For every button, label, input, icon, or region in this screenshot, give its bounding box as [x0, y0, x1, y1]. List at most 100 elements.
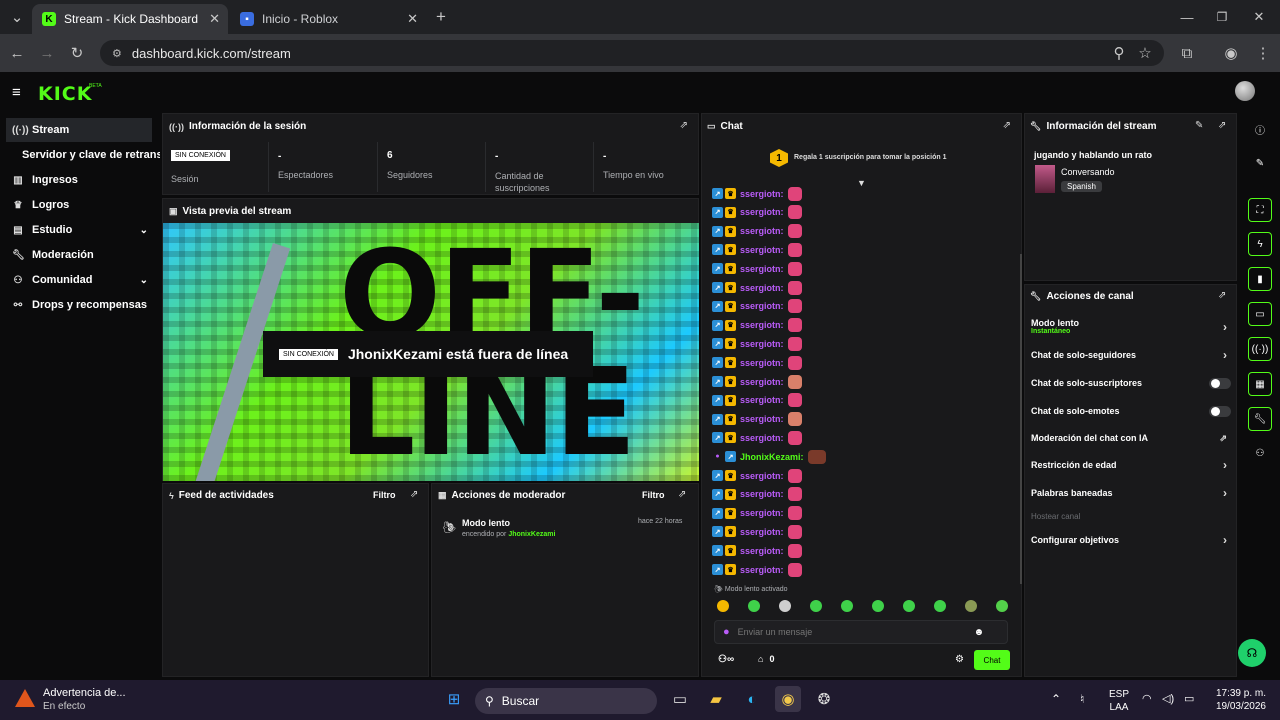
action-configure-goals[interactable]: Configurar objetivos ›: [1031, 533, 1231, 547]
action-ai-moderation[interactable]: Moderación del chat con IA ⇗: [1031, 433, 1231, 443]
sidebar-item-server-key[interactable]: Servidor y clave de retransmisión: [0, 143, 160, 167]
reload-icon[interactable]: ↻: [66, 42, 88, 64]
chat-username[interactable]: ssergiotn:: [740, 395, 784, 405]
chat-username[interactable]: ssergiotn:: [740, 320, 784, 330]
action-followers-only[interactable]: Chat de solo-seguidores ›: [1031, 348, 1231, 362]
infinity-points-icon[interactable]: ⚇∞: [718, 654, 734, 665]
sidebar-item-moderacion[interactable]: 🔧︎ Moderación: [0, 243, 160, 267]
sidebar-item-ingresos[interactable]: ▥ Ingresos: [0, 168, 160, 192]
emoji-picker-icon[interactable]: ☻: [974, 627, 985, 638]
bookmark-star-icon[interactable]: ☆: [1134, 42, 1156, 64]
popout-icon[interactable]: ⇗: [1003, 120, 1011, 131]
zoom-icon[interactable]: ⚲: [1108, 42, 1130, 64]
chat-username[interactable]: ssergiotn:: [740, 339, 784, 349]
chat-username[interactable]: ssergiotn:: [740, 189, 784, 199]
chat-emote[interactable]: [807, 449, 826, 464]
minimize-button[interactable]: —: [1176, 6, 1198, 28]
chat-username[interactable]: ssergiotn:: [740, 377, 784, 387]
weather-title[interactable]: Advertencia de...: [43, 687, 126, 699]
pin-collapse-icon[interactable]: ▼: [857, 178, 866, 188]
edge-browser-icon[interactable]: ◐: [739, 686, 765, 712]
channel-points[interactable]: ⌂ 0: [758, 654, 774, 664]
site-info-icon[interactable]: ⚙: [112, 47, 122, 60]
extensions-icon[interactable]: ⧉: [1176, 42, 1198, 64]
chat-username[interactable]: ssergiotn:: [740, 283, 784, 293]
hamburger-menu-icon[interactable]: ≡: [12, 84, 21, 101]
quick-emote[interactable]: [872, 600, 884, 612]
popout-icon[interactable]: ⇗: [1218, 290, 1226, 301]
popout-icon[interactable]: ⇗: [1218, 120, 1226, 131]
tray-overflow-icon[interactable]: ⌃: [1051, 692, 1061, 706]
maximize-button[interactable]: ❐: [1211, 6, 1233, 28]
close-icon[interactable]: ✕: [407, 11, 418, 27]
tab-kick-dashboard[interactable]: K Stream - Kick Dashboard ✕: [32, 4, 228, 34]
chat-emote[interactable]: [787, 487, 802, 502]
chat-emote[interactable]: [787, 430, 802, 445]
quick-emote[interactable]: [810, 600, 822, 612]
trash-icon[interactable]: ▮: [1248, 267, 1272, 291]
task-view-icon[interactable]: ▭: [667, 686, 693, 712]
chat-username[interactable]: ssergiotn:: [740, 358, 784, 368]
tab-search-icon[interactable]: ⌄: [6, 6, 28, 28]
menu-kebab-icon[interactable]: ⋮: [1252, 42, 1274, 64]
info-icon[interactable]: ⓘ: [1248, 117, 1272, 141]
filter-button[interactable]: Filtro: [373, 490, 396, 500]
chat-send-button[interactable]: Chat: [974, 650, 1010, 670]
chat-message-input[interactable]: [737, 627, 968, 637]
chat-username[interactable]: ssergiotn:: [740, 527, 784, 537]
wrench-icon[interactable]: 🔧︎: [1248, 407, 1272, 431]
chat-emote[interactable]: [787, 412, 802, 427]
quick-emote[interactable]: [717, 600, 729, 612]
mic-icon[interactable]: ●: [723, 626, 730, 638]
chat-username[interactable]: ssergiotn:: [740, 414, 784, 424]
close-icon[interactable]: ✕: [209, 11, 220, 27]
sidebar-item-stream[interactable]: ((·)) Stream: [6, 118, 152, 142]
chat-username[interactable]: ssergiotn:: [740, 226, 784, 236]
user-avatar[interactable]: [1235, 81, 1255, 101]
popout-icon[interactable]: ⇗: [680, 120, 688, 131]
sidebar-item-comunidad[interactable]: ⚇ Comunidad ⌄: [0, 268, 160, 292]
chat-username[interactable]: JhonixKezami:: [740, 452, 804, 462]
chat-emote[interactable]: [787, 242, 802, 257]
quick-emote[interactable]: [965, 600, 977, 612]
chat-emote[interactable]: [787, 280, 802, 295]
chat-emote[interactable]: [787, 336, 802, 351]
windows-start-icon[interactable]: ⊞: [441, 686, 467, 712]
back-icon[interactable]: ←: [6, 42, 28, 64]
tab-roblox[interactable]: ▪ Inicio - Roblox ✕: [230, 4, 426, 34]
volume-icon[interactable]: ◁): [1162, 692, 1174, 705]
chat-username[interactable]: ssergiotn:: [740, 301, 784, 311]
filter-button[interactable]: Filtro: [642, 490, 665, 500]
chat-username[interactable]: ssergiotn:: [740, 546, 784, 556]
chat-emote[interactable]: [787, 468, 802, 483]
profile-icon[interactable]: ◉: [1220, 42, 1242, 64]
sidebar-item-estudio[interactable]: ▤ Estudio ⌄: [0, 218, 160, 242]
microphone-icon[interactable]: ♮: [1080, 692, 1084, 706]
sidebar-item-drops[interactable]: ⚯ Drops y recompensas: [0, 293, 160, 317]
chat-emote[interactable]: [787, 562, 802, 577]
action-banned-words[interactable]: Palabras baneadas ›: [1031, 486, 1231, 500]
chat-bubble-icon[interactable]: ▭: [1248, 302, 1272, 326]
new-tab-button[interactable]: +: [430, 6, 452, 28]
action-subs-only[interactable]: Chat de solo-suscriptores: [1031, 378, 1231, 389]
chat-username[interactable]: ssergiotn:: [740, 245, 784, 255]
chat-emote[interactable]: [787, 355, 802, 370]
chat-emote[interactable]: [787, 261, 802, 276]
edit-pencil-icon[interactable]: ✎: [1195, 120, 1203, 131]
taskbar-search[interactable]: ⚲ Buscar: [475, 688, 657, 714]
chat-emote[interactable]: [787, 543, 802, 558]
forward-icon[interactable]: →: [36, 42, 58, 64]
chat-emote[interactable]: [787, 524, 802, 539]
quick-emote[interactable]: [996, 600, 1008, 612]
chat-username[interactable]: ssergiotn:: [740, 207, 784, 217]
chat-emote[interactable]: [787, 224, 802, 239]
chat-emote[interactable]: [787, 393, 802, 408]
chat-username[interactable]: ssergiotn:: [740, 471, 784, 481]
chat-username[interactable]: ssergiotn:: [740, 565, 784, 575]
chat-emote[interactable]: [787, 205, 802, 220]
community-icon[interactable]: ⚇: [1248, 441, 1272, 465]
quick-emote[interactable]: [748, 600, 760, 612]
mod-user-link[interactable]: JhonixKezami: [508, 531, 555, 538]
subs-only-toggle[interactable]: [1209, 378, 1231, 389]
layout-icon[interactable]: ⛶: [1248, 198, 1272, 222]
